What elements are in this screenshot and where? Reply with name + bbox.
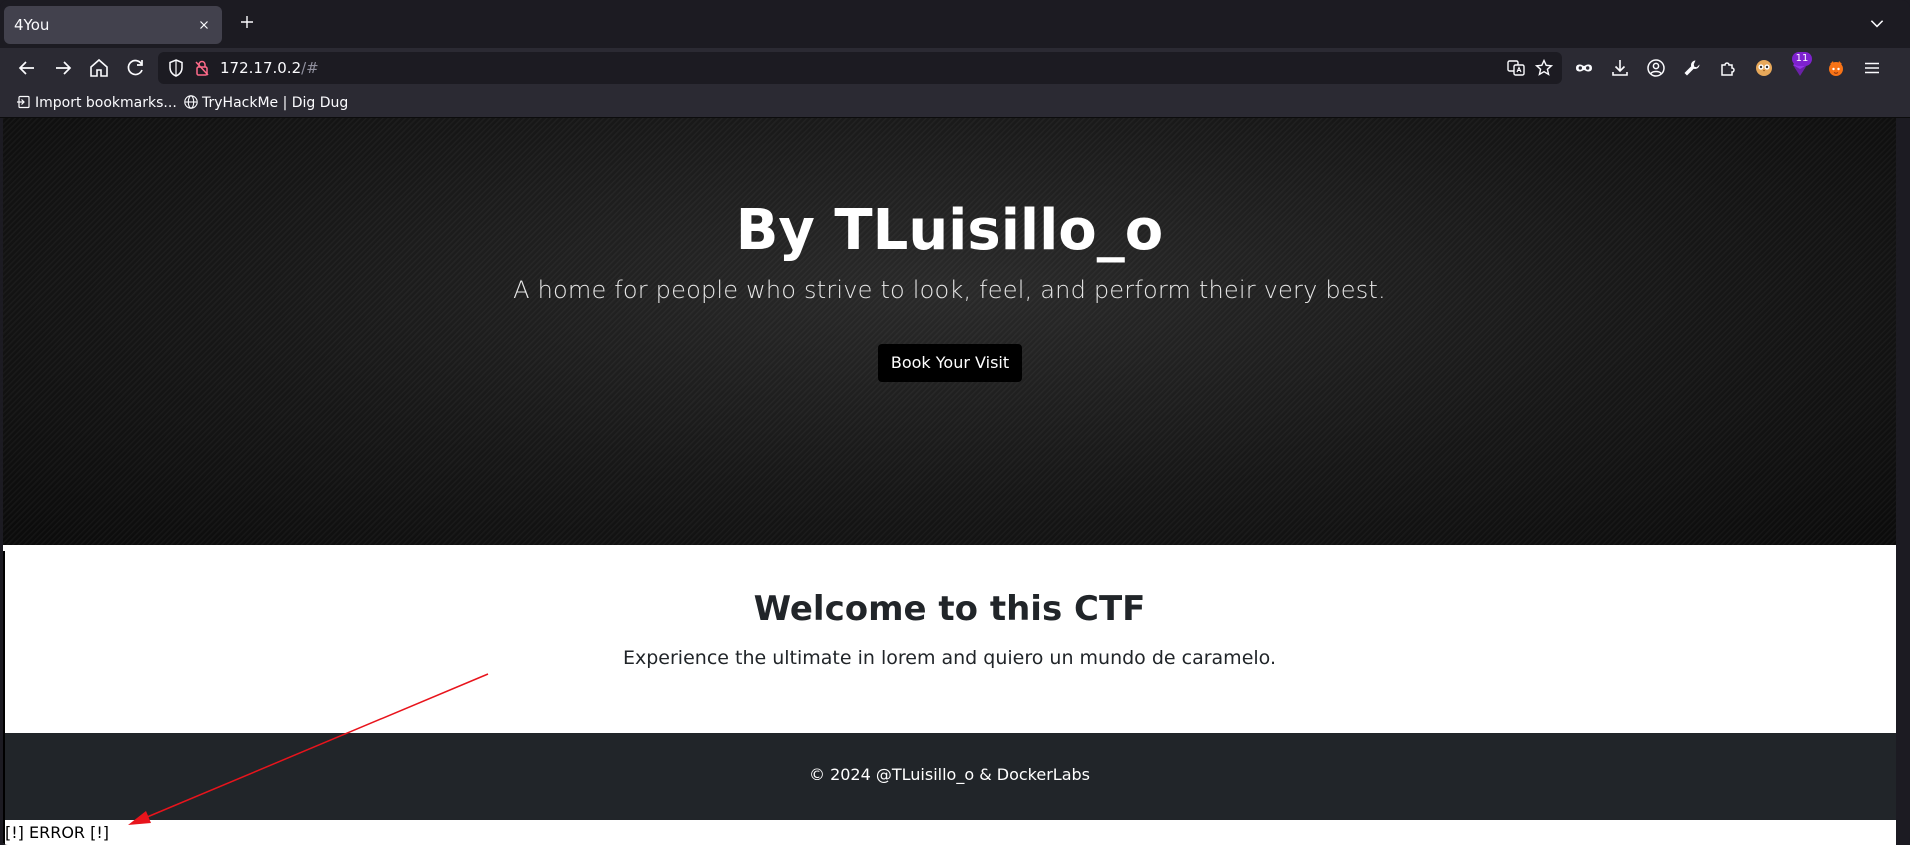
tab-active[interactable]: 4You bbox=[4, 6, 222, 44]
hero-subtitle: A home for people who strive to look, fe… bbox=[513, 276, 1386, 304]
nav-toolbar: 172.17.0.2/# bbox=[0, 48, 1910, 88]
bookmark-label: TryHackMe | Dig Dug bbox=[202, 95, 349, 111]
back-arrow-icon[interactable] bbox=[15, 56, 39, 80]
import-icon bbox=[16, 94, 32, 110]
welcome-title: Welcome to this CTF bbox=[753, 589, 1146, 629]
owl-extension-icon[interactable] bbox=[1753, 57, 1775, 79]
fox-extension-icon[interactable] bbox=[1825, 57, 1847, 79]
web-page: By TLuisillo_o A home for people who str… bbox=[3, 118, 1896, 845]
page-left-border bbox=[3, 551, 5, 845]
wrench-icon[interactable] bbox=[1681, 57, 1703, 79]
close-icon[interactable] bbox=[194, 15, 214, 35]
window-right-gutter bbox=[1896, 118, 1910, 845]
tab-strip: 4You bbox=[0, 0, 1910, 48]
lock-warning-icon[interactable] bbox=[192, 58, 212, 78]
globe-icon bbox=[183, 94, 199, 110]
account-icon[interactable] bbox=[1645, 57, 1667, 79]
hamburger-menu-icon[interactable] bbox=[1861, 57, 1883, 79]
plus-icon[interactable] bbox=[235, 12, 259, 36]
extension-badge: 11 bbox=[1792, 52, 1812, 66]
hero-title: By TLuisillo_o bbox=[735, 198, 1164, 263]
url-text[interactable]: 172.17.0.2/# bbox=[220, 59, 319, 77]
page-footer: © 2024 @TLuisillo_o & DockerLabs bbox=[3, 733, 1896, 820]
url-host: 172.17.0.2 bbox=[220, 59, 302, 77]
bookmark-label: Import bookmarks... bbox=[35, 95, 177, 111]
bookmarks-toolbar: Import bookmarks... TryHackMe | Dig Dug bbox=[0, 88, 1910, 118]
bookmark-tryhackme[interactable]: TryHackMe | Dig Dug bbox=[183, 93, 348, 113]
welcome-section: Welcome to this CTF Experience the ultim… bbox=[3, 545, 1896, 733]
url-path: /# bbox=[301, 59, 319, 77]
private-mask-icon[interactable] bbox=[1573, 57, 1595, 79]
book-visit-button[interactable]: Book Your Visit bbox=[878, 344, 1022, 382]
bookmark-star-icon[interactable] bbox=[1534, 58, 1554, 78]
browser-window: 4You 172.17.0.2/# 11 Import bookmarks...… bbox=[0, 0, 1910, 845]
home-icon[interactable] bbox=[87, 56, 111, 80]
error-message: [!] ERROR [!] bbox=[5, 823, 110, 842]
footer-text: © 2024 @TLuisillo_o & DockerLabs bbox=[808, 765, 1090, 784]
forward-arrow-icon[interactable] bbox=[51, 56, 75, 80]
shield-icon[interactable] bbox=[166, 58, 186, 78]
tab-title: 4You bbox=[14, 16, 50, 34]
download-icon[interactable] bbox=[1609, 57, 1631, 79]
reload-icon[interactable] bbox=[123, 56, 147, 80]
welcome-text: Experience the ultimate in lorem and qui… bbox=[623, 647, 1276, 669]
hero-section: By TLuisillo_o A home for people who str… bbox=[3, 118, 1896, 545]
bookmark-import[interactable]: Import bookmarks... bbox=[16, 93, 177, 113]
chevron-down-icon[interactable] bbox=[1868, 14, 1888, 34]
url-bar[interactable]: 172.17.0.2/# bbox=[158, 52, 1562, 84]
translate-icon[interactable] bbox=[1506, 58, 1526, 78]
extensions-puzzle-icon[interactable] bbox=[1717, 57, 1739, 79]
